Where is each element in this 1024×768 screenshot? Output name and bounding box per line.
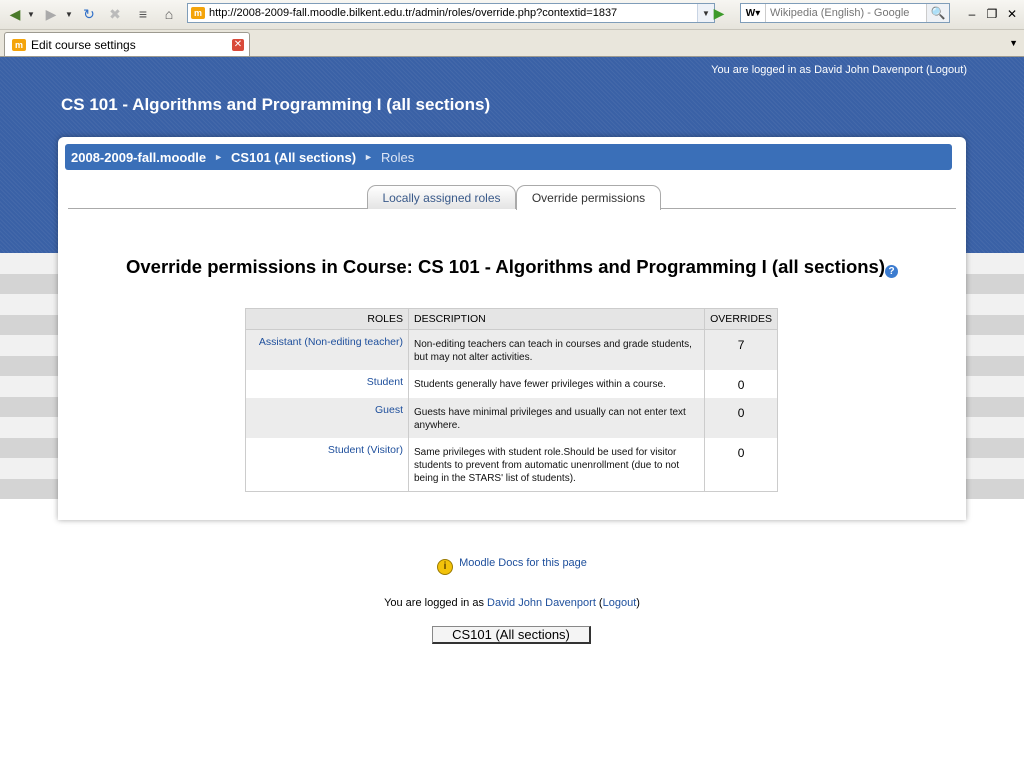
tab-list-dropdown-icon[interactable]: ▼ [1009,38,1018,48]
course-home-button[interactable]: CS101 (All sections) [432,626,591,644]
close-tab-icon[interactable]: ✕ [232,38,244,51]
browser-tab-title: Edit course settings [31,37,136,52]
course-title: CS 101 - Algorithms and Programming I (a… [61,95,491,114]
logout-link[interactable]: Logout [603,597,637,609]
go-icon[interactable]: ▶ [708,4,730,22]
role-link[interactable]: Student [367,376,403,388]
breadcrumb-current: Roles [380,149,415,165]
history-icon[interactable]: ≡ [134,5,152,23]
logout-link[interactable]: Logout [930,64,964,76]
column-header-roles: ROLES [245,308,409,330]
info-icon: i [437,559,454,575]
content-panel: 2008-2009-fall.moodle ► CS101 (All secti… [58,137,966,520]
column-header-description: DESCRIPTION [407,308,706,330]
url-text[interactable]: http://2008-2009-fall.moodle.bilkent.edu… [209,7,697,19]
tab-favicon-icon: m [12,38,26,51]
role-link[interactable]: Student (Visitor) [328,444,403,456]
role-description: Non-editing teachers can teach in course… [407,329,706,370]
role-cell: Student (Visitor) [245,438,409,492]
back-icon[interactable]: ◀ [6,5,24,23]
browser-tab-strip: m Edit course settings ✕ ▼ [0,30,1024,57]
reload-icon[interactable]: ↻ [80,5,98,23]
login-prefix: You are logged in as [711,64,812,76]
user-name-link[interactable]: David John Davenport [487,597,596,609]
column-header-overrides: OVERRIDES [704,308,778,330]
moodle-docs-link[interactable]: Moodle Docs for this page [459,557,587,569]
page-heading: Override permissions in Course: CS 101 -… [58,256,966,278]
minimize-icon[interactable]: – [965,7,979,21]
table-row: Student Students generally have fewer pr… [245,370,778,398]
table-header-row: ROLES DESCRIPTION OVERRIDES [245,308,778,330]
search-input[interactable] [766,6,926,20]
user-name: David John Davenport [814,64,923,76]
tab-override-permissions[interactable]: Override permissions [516,185,661,210]
browser-tab[interactable]: m Edit course settings ✕ [4,32,250,56]
roles-table: ROLES DESCRIPTION OVERRIDES Assistant (N… [245,308,778,492]
site-favicon-icon: m [191,7,205,19]
breadcrumb-site-link[interactable]: 2008-2009-fall.moodle [71,150,206,165]
role-cell: Assistant (Non-editing teacher) [245,329,409,370]
role-description: Same privileges with student role.Should… [407,438,706,492]
home-icon[interactable]: ⌂ [160,5,178,23]
tab-locally-assigned-roles[interactable]: Locally assigned roles [367,185,516,209]
breadcrumb: 2008-2009-fall.moodle ► CS101 (All secti… [65,144,952,170]
breadcrumb-separator-icon: ► [364,152,373,162]
role-link[interactable]: Guest [375,404,403,416]
help-icon[interactable]: ? [885,265,899,278]
role-cell: Guest [245,398,409,438]
table-row: Student (Visitor) Same privileges with s… [245,438,778,492]
login-info-top: You are logged in as David John Davenpor… [711,64,967,76]
search-magnifier-icon[interactable]: 🔍 [926,4,949,22]
login-info-bottom: You are logged in as David John Davenpor… [384,597,640,609]
forward-icon[interactable]: ▶ [42,5,60,23]
override-count: 0 [704,438,778,492]
page-title: Override permissions in Course: CS 101 -… [125,256,886,277]
restore-icon[interactable]: ❐ [985,7,999,21]
docs-line: i Moodle Docs for this page [0,557,1024,575]
back-dropdown-icon[interactable]: ▼ [26,5,36,23]
table-row: Guest Guests have minimal privileges and… [245,398,778,438]
override-count: 7 [704,329,778,370]
breadcrumb-course-link[interactable]: CS101 (All sections) [231,150,356,165]
search-bar[interactable]: W▾ 🔍 [740,3,950,23]
forward-dropdown-icon[interactable]: ▼ [64,5,74,23]
breadcrumb-separator-icon: ► [214,152,224,162]
override-count: 0 [704,398,778,438]
role-cell: Student [245,370,409,398]
browser-toolbar: ◀ ▼ ▶ ▼ ↻ ✖ ≡ ⌂ m http://2008-2009-fall.… [0,0,1024,30]
stop-icon[interactable]: ✖ [106,5,124,23]
role-description: Students generally have fewer privileges… [407,370,706,398]
role-description: Guests have minimal privileges and usual… [407,398,706,438]
override-count: 0 [704,370,778,398]
url-bar[interactable]: m http://2008-2009-fall.moodle.bilkent.e… [187,3,715,23]
login-prefix: You are logged in as [384,597,484,609]
role-link[interactable]: Assistant (Non-editing teacher) [259,336,403,348]
table-row: Assistant (Non-editing teacher) Non-edit… [245,329,778,370]
search-engine-icon[interactable]: W▾ [741,4,766,22]
close-window-icon[interactable]: ✕ [1005,7,1019,21]
